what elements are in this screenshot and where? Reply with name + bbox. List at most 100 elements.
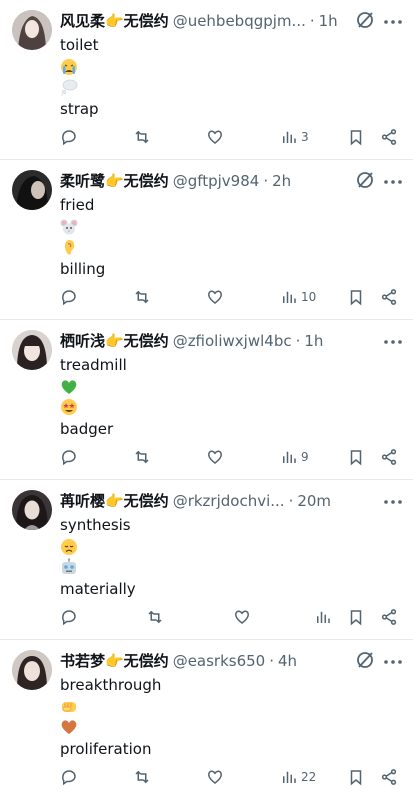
reply-icon — [62, 450, 76, 466]
reply-button[interactable] — [60, 126, 78, 148]
like-button[interactable] — [206, 446, 224, 468]
bookmark-button[interactable] — [347, 446, 365, 468]
views-button[interactable]: 22 — [280, 766, 316, 788]
views-chart-icon — [283, 451, 296, 463]
reply-button[interactable] — [60, 766, 78, 788]
share-button[interactable] — [380, 766, 398, 788]
tweet[interactable]: 书若梦👉无偿约 @easrks650 · 4h breakthrough pro… — [0, 640, 413, 800]
tweet[interactable]: 栖听浅👉无偿约 @zfioliwxjwl4bc · 1h treadmill b… — [0, 320, 413, 480]
avatar[interactable] — [12, 10, 52, 50]
like-button[interactable] — [206, 126, 224, 148]
tweet-text-line: proliferation — [60, 740, 152, 758]
bookmark-button[interactable] — [347, 126, 365, 148]
share-icon — [381, 129, 397, 145]
avatar[interactable] — [12, 650, 52, 690]
crying-face-icon — [61, 59, 77, 75]
more-options-icon[interactable] — [381, 652, 405, 672]
share-button[interactable] — [380, 286, 398, 308]
timestamp[interactable]: 1h — [304, 330, 323, 352]
oncoming-fist-icon — [62, 702, 76, 712]
retweet-icon — [135, 450, 149, 464]
thought-balloon-icon — [61, 79, 78, 96]
user-handle[interactable]: @uehbebqgpjm... — [173, 10, 306, 32]
ear-icon — [65, 240, 75, 255]
display-name[interactable]: 苒听樱👉无偿约 — [60, 490, 169, 512]
share-button[interactable] — [380, 126, 398, 148]
avatar[interactable] — [12, 170, 52, 210]
display-name[interactable]: 柔听鹭👉无偿约 — [60, 170, 169, 192]
reply-button[interactable] — [60, 286, 78, 308]
retweet-button[interactable] — [133, 446, 151, 468]
separator-dot: · — [309, 12, 315, 30]
share-icon — [381, 769, 397, 785]
tweet-actions: 3 — [58, 126, 401, 148]
tweet-text-line: toilet — [60, 36, 99, 54]
user-handle[interactable]: @zfioliwxjwl4bc — [173, 330, 292, 352]
retweet-button[interactable] — [146, 606, 164, 628]
share-button[interactable] — [380, 606, 398, 628]
bookmark-icon — [350, 450, 362, 466]
tweet-text-line: synthesis — [60, 516, 131, 534]
display-name[interactable]: 栖听浅👉无偿约 — [60, 330, 169, 352]
retweet-icon — [135, 770, 149, 784]
views-button[interactable] — [314, 606, 335, 628]
bookmark-button[interactable] — [347, 606, 365, 628]
more-options-icon[interactable] — [381, 12, 405, 32]
tweet-actions: 10 — [58, 286, 401, 308]
separator-dot: · — [288, 492, 294, 510]
user-handle[interactable]: @easrks650 — [173, 650, 266, 672]
retweet-button[interactable] — [133, 766, 151, 788]
timestamp[interactable]: 4h — [278, 650, 297, 672]
tweet-text: toilet strap — [60, 34, 99, 120]
views-chart-icon — [317, 611, 330, 623]
tweet[interactable]: 柔听鹭👉无偿约 @gftpjv984 · 2h fried billing 10 — [0, 160, 413, 320]
tweet-header: 柔听鹭👉无偿约 @gftpjv984 · 2h — [60, 170, 365, 192]
tweet-header: 风见柔👉无偿约 @uehbebqgpjm... · 1h — [60, 10, 365, 32]
grok-icon[interactable] — [355, 650, 375, 670]
grok-icon[interactable] — [355, 170, 375, 190]
more-options-icon[interactable] — [381, 332, 405, 352]
avatar[interactable] — [12, 490, 52, 530]
bookmark-icon — [350, 130, 362, 146]
tweet-actions: 22 — [58, 766, 401, 788]
separator-dot: · — [263, 172, 269, 190]
user-handle[interactable]: @gftpjv984 — [173, 170, 260, 192]
retweet-icon — [135, 130, 149, 144]
user-handle[interactable]: @rkzrjdochvi... — [173, 490, 285, 512]
like-button[interactable] — [206, 766, 224, 788]
star-struck-icon — [61, 399, 77, 415]
views-button[interactable]: 10 — [280, 286, 316, 308]
heart-icon — [208, 770, 222, 784]
like-button[interactable] — [206, 286, 224, 308]
separator-dot: · — [295, 332, 301, 350]
bookmark-button[interactable] — [347, 286, 365, 308]
share-button[interactable] — [380, 446, 398, 468]
display-name[interactable]: 书若梦👉无偿约 — [60, 650, 169, 672]
more-options-icon[interactable] — [381, 492, 405, 512]
tweet-text-line: strap — [60, 100, 99, 118]
tweet-text: breakthrough proliferation — [60, 674, 161, 760]
timestamp[interactable]: 20m — [297, 490, 331, 512]
retweet-button[interactable] — [133, 286, 151, 308]
views-button[interactable]: 3 — [280, 126, 309, 148]
timestamp[interactable]: 1h — [319, 10, 338, 32]
views-button[interactable]: 9 — [280, 446, 309, 468]
tweet-text: treadmill badger — [60, 354, 127, 440]
like-button[interactable] — [233, 606, 251, 628]
bookmark-button[interactable] — [347, 766, 365, 788]
mouse-face-icon — [60, 219, 78, 235]
grok-icon[interactable] — [355, 10, 375, 30]
retweet-button[interactable] — [133, 126, 151, 148]
bookmark-icon — [350, 610, 362, 626]
display-name[interactable]: 风见柔👉无偿约 — [60, 10, 169, 32]
tweet-text-line: fried — [60, 196, 95, 214]
timestamp[interactable]: 2h — [272, 170, 291, 192]
avatar[interactable] — [12, 330, 52, 370]
reply-button[interactable] — [60, 606, 78, 628]
views-chart-icon — [283, 291, 296, 303]
more-options-icon[interactable] — [381, 172, 405, 192]
reply-button[interactable] — [60, 446, 78, 468]
tweet[interactable]: 风见柔👉无偿约 @uehbebqgpjm... · 1h toilet stra… — [0, 0, 413, 160]
tweet-text-line: treadmill — [60, 356, 127, 374]
tweet[interactable]: 苒听樱👉无偿约 @rkzrjdochvi... · 20m synthesis … — [0, 480, 413, 640]
